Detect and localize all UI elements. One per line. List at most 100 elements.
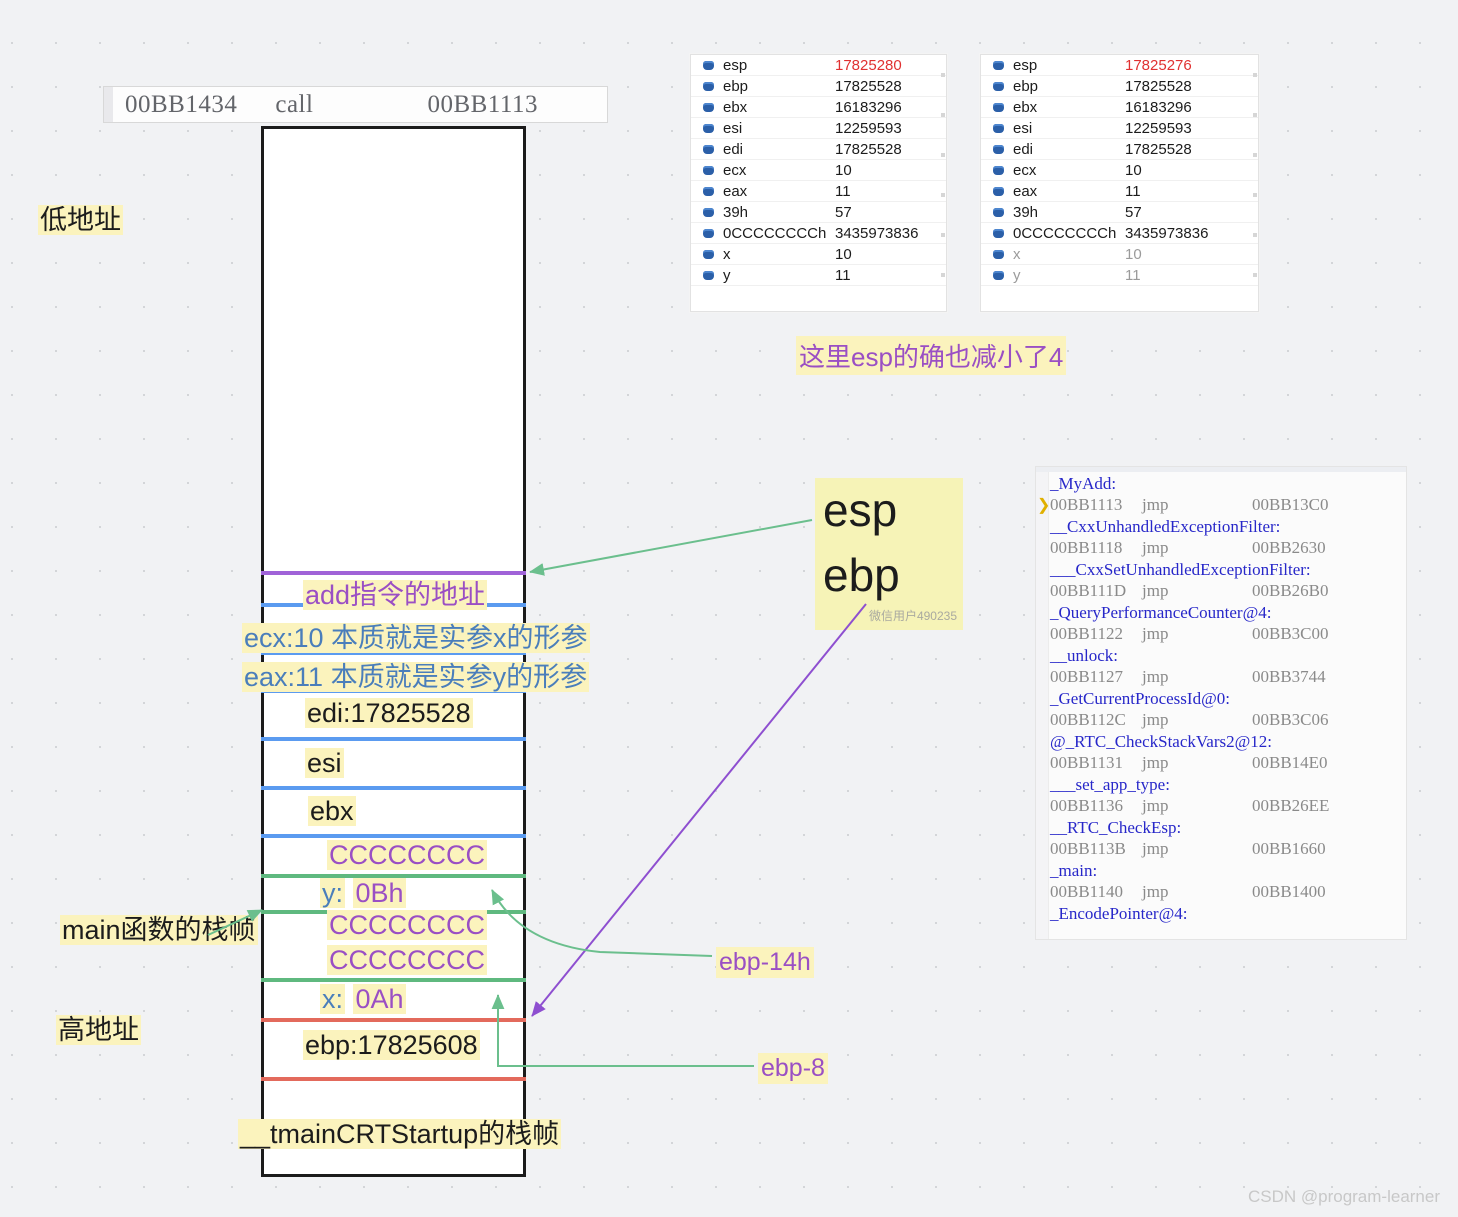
watch-row-name: esi bbox=[691, 120, 833, 137]
disassembly-instruction[interactable]: 00BB111D jmp 00BB26B0 bbox=[1036, 581, 1406, 603]
disassembly-label-text: ___CxxSetUnhandledExceptionFilter: bbox=[1050, 559, 1311, 579]
note-esp-text: esp bbox=[823, 484, 898, 536]
watch-window-before[interactable]: esp 17825280 ebp 17825528 ebx 16183296 esi 1225… bbox=[690, 54, 947, 312]
disassembly-address: 00BB1122 bbox=[1050, 624, 1124, 644]
disassembly-symbol-label[interactable]: __unlock: bbox=[1036, 645, 1406, 667]
watch-empty-row bbox=[981, 286, 1258, 314]
disassembly-panel[interactable]: _MyAdd: ❯ 00BB1113 jmp 00BB13C0 __CxxUnhandle… bbox=[1035, 466, 1407, 940]
watch-row-name: edi bbox=[981, 141, 1123, 158]
disassembly-address: 00BB1131 bbox=[1050, 753, 1124, 773]
csdn-watermark: CSDN @program-learner bbox=[1247, 1187, 1440, 1206]
watch-left-scrollbar[interactable] bbox=[940, 55, 946, 311]
watch-variable-icon bbox=[993, 186, 1004, 196]
divider-x-ebp bbox=[261, 1018, 526, 1022]
disassembly-instruction[interactable]: 00BB112C jmp 00BB3C06 bbox=[1036, 710, 1406, 732]
disassembly-label-text: __unlock: bbox=[1050, 645, 1118, 665]
stack-cell-esi: esi bbox=[305, 748, 344, 778]
watch-row[interactable]: ebx 16183296 bbox=[691, 97, 946, 118]
watch-row-name: esp bbox=[981, 57, 1123, 74]
disassembly-symbol-label[interactable]: _GetCurrentProcessId@0: bbox=[1036, 688, 1406, 710]
watch-row[interactable]: esp 17825276 bbox=[981, 55, 1258, 76]
watch-row-value: 17825528 bbox=[1125, 77, 1192, 95]
call-mnemonic: call bbox=[275, 90, 314, 118]
watch-window-after[interactable]: esp 17825276 ebp 17825528 ebx 16183296 esi 1225… bbox=[980, 54, 1259, 312]
disassembly-instruction[interactable]: 00BB1136 jmp 00BB26EE bbox=[1036, 796, 1406, 818]
watch-variable-icon bbox=[993, 123, 1004, 133]
watch-row-name: y bbox=[691, 267, 833, 284]
watch-row-name: x bbox=[981, 246, 1123, 263]
watch-row[interactable]: esp 17825280 bbox=[691, 55, 946, 76]
disassembly-label-text: _EncodePointer@4: bbox=[1050, 903, 1188, 923]
stack-cell-x: x: 0Ah bbox=[320, 984, 406, 1015]
watch-row[interactable]: edi 17825528 bbox=[691, 139, 946, 160]
watch-row[interactable]: 0CCCCCCCCh 3435973836 bbox=[691, 223, 946, 244]
disassembly-instruction[interactable]: 00BB1118 jmp 00BB2630 bbox=[1036, 538, 1406, 560]
watch-variable-icon bbox=[993, 207, 1004, 217]
watch-row[interactable]: eax 11 bbox=[981, 181, 1258, 202]
disassembly-label-text: __CxxUnhandledExceptionFilter: bbox=[1050, 516, 1281, 536]
disassembly-symbol-label[interactable]: _main: bbox=[1036, 860, 1406, 882]
watch-row[interactable]: x 10 bbox=[691, 244, 946, 265]
disassembly-instruction[interactable]: 00BB1140 jmp 00BB1400 bbox=[1036, 882, 1406, 904]
watch-row[interactable]: x 10 bbox=[981, 244, 1258, 265]
disassembly-symbol-label[interactable]: _EncodePointer@4: bbox=[1036, 903, 1406, 925]
stack-cell-ebp: ebp:17825608 bbox=[303, 1030, 480, 1060]
disassembly-instruction[interactable]: ❯ 00BB1113 jmp 00BB13C0 bbox=[1036, 495, 1406, 517]
call-instruction-line: 00BB1434 call 00BB1113 bbox=[103, 86, 608, 123]
watch-row-name: eax bbox=[691, 183, 833, 200]
watch-row-value: 16183296 bbox=[1125, 98, 1192, 116]
watch-row-name: y bbox=[981, 267, 1123, 284]
watch-variable-icon bbox=[993, 228, 1004, 238]
watch-row[interactable]: ecx 10 bbox=[691, 160, 946, 181]
watch-row-value: 11 bbox=[1125, 182, 1141, 200]
watch-row[interactable]: 0CCCCCCCCh 3435973836 bbox=[981, 223, 1258, 244]
disassembly-opcode: jmp bbox=[1142, 753, 1169, 773]
watch-row[interactable]: ebp 17825528 bbox=[691, 76, 946, 97]
watch-row[interactable]: esi 12259593 bbox=[691, 118, 946, 139]
disassembly-symbol-label[interactable]: _QueryPerformanceCounter@4: bbox=[1036, 602, 1406, 624]
disassembly-symbol-label[interactable]: _MyAdd: bbox=[1036, 473, 1406, 495]
disassembly-symbol-label[interactable]: __CxxUnhandledExceptionFilter: bbox=[1036, 516, 1406, 538]
current-instruction-icon: ❯ bbox=[1037, 496, 1051, 514]
disassembly-label-text: ___set_app_type: bbox=[1050, 774, 1170, 794]
watch-row[interactable]: 39h 57 bbox=[691, 202, 946, 223]
watch-row[interactable]: y 11 bbox=[691, 265, 946, 286]
disassembly-symbol-label[interactable]: ___set_app_type: bbox=[1036, 774, 1406, 796]
disassembly-instruction[interactable]: 00BB1131 jmp 00BB14E0 bbox=[1036, 753, 1406, 775]
watch-variable-icon bbox=[993, 60, 1004, 70]
stack-cell-ebx: ebx bbox=[308, 796, 356, 826]
disassembly-address: 00BB1127 bbox=[1050, 667, 1124, 687]
watch-empty-row bbox=[691, 286, 946, 314]
disassembly-instruction[interactable]: 00BB113B jmp 00BB1660 bbox=[1036, 839, 1406, 861]
stack-cell-x-label: x: bbox=[320, 984, 346, 1014]
watch-row[interactable]: y 11 bbox=[981, 265, 1258, 286]
watch-row[interactable]: ebx 16183296 bbox=[981, 97, 1258, 118]
disassembly-instruction[interactable]: 00BB1127 jmp 00BB3744 bbox=[1036, 667, 1406, 689]
disassembly-label-text: @_RTC_CheckStackVars2@12: bbox=[1050, 731, 1272, 751]
disassembly-target: 00BB3744 bbox=[1252, 667, 1326, 687]
watch-row-value: 17825528 bbox=[835, 140, 902, 158]
annotation-esp-decrease: 这里esp的确也减小了4 bbox=[796, 336, 1067, 375]
watch-row[interactable]: edi 17825528 bbox=[981, 139, 1258, 160]
stack-cell-y: y: 0Bh bbox=[320, 878, 406, 909]
watch-row-name: ebp bbox=[691, 78, 833, 95]
disassembly-symbol-label[interactable]: @_RTC_CheckStackVars2@12: bbox=[1036, 731, 1406, 753]
watch-row[interactable]: eax 11 bbox=[691, 181, 946, 202]
watch-row-value: 3435973836 bbox=[1125, 224, 1209, 242]
disassembly-label-text: _main: bbox=[1050, 860, 1098, 880]
watch-right-scrollbar[interactable] bbox=[1252, 55, 1258, 311]
watch-row[interactable]: ebp 17825528 bbox=[981, 76, 1258, 97]
watch-variable-icon bbox=[703, 144, 714, 154]
disassembly-instruction[interactable]: 00BB1122 jmp 00BB3C00 bbox=[1036, 624, 1406, 646]
watch-row[interactable]: esi 12259593 bbox=[981, 118, 1258, 139]
disassembly-symbol-label[interactable]: __RTC_CheckEsp: bbox=[1036, 817, 1406, 839]
watch-row[interactable]: ecx 10 bbox=[981, 160, 1258, 181]
watch-row[interactable]: 39h 57 bbox=[981, 202, 1258, 223]
watch-variable-icon bbox=[703, 102, 714, 112]
watch-row-value: 17825528 bbox=[1125, 140, 1192, 158]
watch-row-name: ebx bbox=[981, 99, 1123, 116]
disassembly-opcode: jmp bbox=[1142, 710, 1169, 730]
disassembly-label-text: _GetCurrentProcessId@0: bbox=[1050, 688, 1230, 708]
stack-cell-cc-1: CCCCCCCC bbox=[327, 840, 487, 870]
disassembly-symbol-label[interactable]: ___CxxSetUnhandledExceptionFilter: bbox=[1036, 559, 1406, 581]
